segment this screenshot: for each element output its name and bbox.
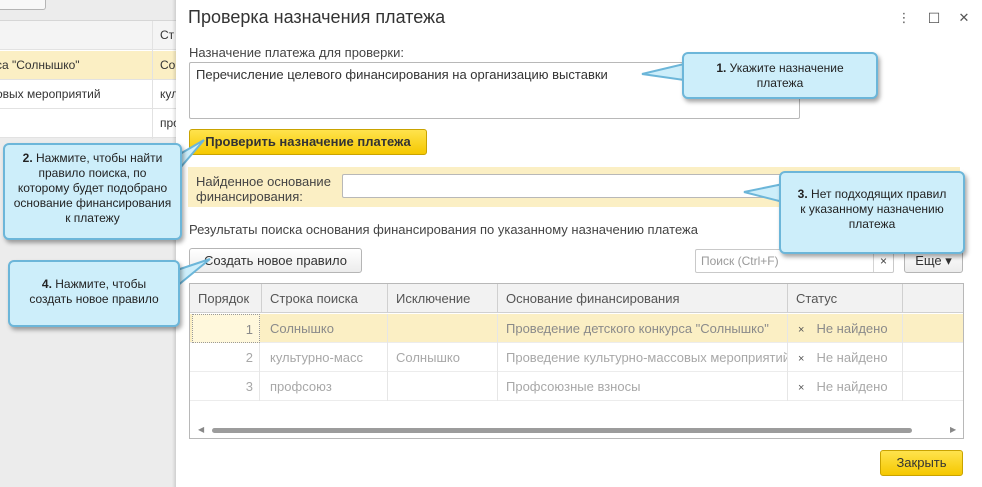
callout-text: Нет подходящих правил <box>807 187 947 201</box>
callout-text: которому будет подобрано <box>17 181 168 195</box>
column-header-basis[interactable]: Основание финансирования <box>498 284 788 313</box>
callout-text: создать новое правило <box>29 292 159 306</box>
callout-pointer <box>179 139 205 171</box>
purpose-label: Назначение платежа для проверки: <box>189 45 404 60</box>
callout-text: к платежу <box>65 211 120 225</box>
callout-text: основание финансирования <box>13 196 172 210</box>
create-rule-button[interactable]: Создать новое правило <box>189 248 362 273</box>
cell-search: Солнышко <box>262 314 388 343</box>
callout-step-4: 4. Нажмите, чтобы создать новое правило <box>8 260 180 327</box>
background-table-row[interactable]: овых мероприятий кул <box>0 80 176 109</box>
background-table-header: Ст <box>0 21 176 50</box>
callout-pointer <box>176 258 211 289</box>
cell-status: × Не найдено <box>788 343 903 372</box>
callout-text: Нажмите, чтобы найти <box>32 151 163 165</box>
cell-order: 3 <box>192 372 260 401</box>
cell-exclusion <box>388 314 498 343</box>
callout-text: Укажите назначение <box>726 61 844 75</box>
column-header-search[interactable]: Строка поиска <box>262 284 388 313</box>
callout-text: платежа <box>756 76 804 90</box>
callout-step-2: 2. Нажмите, чтобы найти правило поиска, … <box>3 143 182 240</box>
callout-text: к указанному назначению <box>800 202 944 216</box>
not-found-icon: × <box>798 353 805 365</box>
cell-status: × Не найдено <box>788 372 903 401</box>
scrollbar-thumb[interactable] <box>212 428 912 433</box>
rules-table: Порядок Строка поиска Исключение Основан… <box>189 283 964 439</box>
cell-order: 2 <box>192 343 260 372</box>
results-label: Результаты поиска основания финансирован… <box>189 222 698 237</box>
found-basis-field[interactable] <box>342 174 802 198</box>
callout-step-1: 1. Укажите назначение платежа <box>682 52 878 99</box>
found-basis-label-line: Найденное основание <box>196 174 331 189</box>
callout-number: 3. <box>797 187 808 201</box>
check-purpose-button[interactable]: Проверить назначение платежа <box>189 129 427 155</box>
callout-text: Нажмите, чтобы <box>51 277 147 291</box>
table-row[interactable]: 1 Солнышко Проведение детского конкурса … <box>190 314 963 343</box>
column-header-status[interactable]: Статус <box>788 284 903 313</box>
background-table-row[interactable]: про <box>0 109 176 138</box>
horizontal-scrollbar[interactable]: ◀ ▶ <box>190 422 963 438</box>
callout-number: 2. <box>22 151 33 165</box>
cell-search: профсоюз <box>262 372 388 401</box>
background-table-row[interactable]: са "Солнышко" Со <box>0 51 176 80</box>
scroll-left-icon[interactable]: ◀ <box>198 425 204 434</box>
callout-step-3: 3. Нет подходящих правил к указанному на… <box>779 171 965 254</box>
background-window: Ст са "Солнышко" Со овых мероприятий кул… <box>0 0 176 487</box>
cell-status: × Не найдено <box>788 314 903 343</box>
table-row[interactable]: 2 культурно-масс Солнышко Проведение кул… <box>190 343 963 372</box>
not-found-icon: × <box>798 324 805 336</box>
column-header-exclusion[interactable]: Исключение <box>388 284 498 313</box>
cell-basis: Проведение детского конкурса "Солнышко" <box>498 314 788 343</box>
background-table: Ст са "Солнышко" Со овых мероприятий кул… <box>0 20 176 139</box>
background-cell: овых мероприятий <box>0 87 101 101</box>
table-header: Порядок Строка поиска Исключение Основан… <box>190 284 963 313</box>
cell-exclusion <box>388 372 498 401</box>
background-cell: са "Солнышко" <box>0 58 80 72</box>
scroll-right-icon[interactable]: ▶ <box>950 425 956 434</box>
callout-text: правило поиска, по <box>38 166 147 180</box>
search-placeholder: Поиск (Ctrl+F) <box>701 254 779 268</box>
close-button[interactable]: Закрыть <box>880 450 963 476</box>
close-icon[interactable]: ✕ <box>956 10 972 26</box>
background-column-divider <box>152 21 153 139</box>
more-actions-icon[interactable]: ⋮ <box>896 10 912 26</box>
not-found-icon: × <box>798 382 805 394</box>
dialog-title: Проверка назначения платежа <box>188 7 446 27</box>
status-text: Не найдено <box>816 350 888 365</box>
callout-pointer <box>641 62 685 82</box>
callout-pointer <box>743 182 784 204</box>
cell-exclusion: Солнышко <box>388 343 498 372</box>
callout-number: 1. <box>716 61 727 75</box>
cell-basis: Проведение культурно-массовых мероприяти… <box>498 343 788 372</box>
background-toolbar-button[interactable] <box>0 0 46 10</box>
table-row[interactable]: 3 профсоюз Профсоюзные взносы × Не найден… <box>190 372 963 401</box>
cell-order: 1 <box>192 314 260 343</box>
callout-number: 4. <box>41 277 52 291</box>
maximize-icon[interactable]: ☐ <box>926 10 942 26</box>
found-basis-label: Найденное основание финансирования: <box>196 174 331 204</box>
status-text: Не найдено <box>816 379 888 394</box>
status-text: Не найдено <box>816 321 888 336</box>
cell-basis: Профсоюзные взносы <box>498 372 788 401</box>
cell-search: культурно-масс <box>262 343 388 372</box>
found-basis-label-line: финансирования: <box>196 189 303 204</box>
callout-text: платежа <box>848 217 896 231</box>
